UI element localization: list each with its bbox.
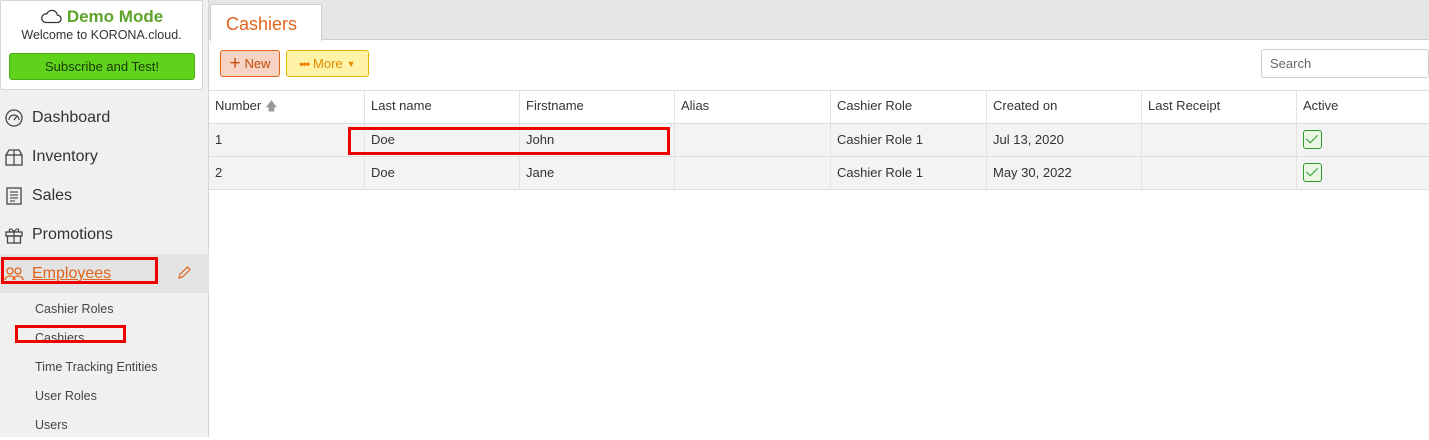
- people-icon: [3, 263, 25, 285]
- table-row[interactable]: 2 Doe Jane Cashier Role 1 May 30, 2022: [209, 157, 1429, 190]
- cell-number: 1: [215, 132, 223, 147]
- column-header-alias[interactable]: Alias: [674, 91, 830, 123]
- column-header-cashier-role[interactable]: Cashier Role: [830, 91, 986, 123]
- subscribe-button[interactable]: Subscribe and Test!: [9, 53, 195, 80]
- welcome-text: Welcome to KORONA.cloud.: [21, 28, 182, 42]
- cell-last-name: Doe: [364, 157, 519, 189]
- main-nav: Dashboard Inventory Sales Promotions Emp…: [0, 98, 209, 440]
- dots-icon: •••: [299, 56, 310, 71]
- sales-receipt-icon: [3, 185, 25, 207]
- gift-icon: [3, 224, 25, 246]
- subnav-item-time-tracking-entities[interactable]: Time Tracking Entities: [0, 353, 209, 382]
- toolbar: + New ••• More ▼: [209, 41, 1429, 91]
- sort-ascending-icon: 🡅: [265, 99, 278, 113]
- cell-last-receipt: [1141, 124, 1296, 156]
- column-header-active[interactable]: Active: [1296, 91, 1429, 123]
- cell-firstname: Jane: [519, 157, 674, 189]
- nav-label-dashboard: Dashboard: [32, 108, 111, 126]
- cell-alias: [674, 124, 830, 156]
- more-button[interactable]: ••• More ▼: [286, 50, 369, 77]
- dashboard-icon: [3, 107, 25, 129]
- column-header-last-receipt[interactable]: Last Receipt: [1141, 91, 1296, 123]
- cell-last-receipt: [1141, 157, 1296, 189]
- cell-active: [1296, 124, 1429, 156]
- table-row[interactable]: 1 Doe John Cashier Role 1 Jul 13, 2020: [209, 124, 1429, 157]
- subnav-item-user-roles[interactable]: User Roles: [0, 382, 209, 411]
- cell-cashier-role: Cashier Role 1: [830, 157, 986, 189]
- cloud-icon: [41, 9, 62, 24]
- cell-number: 2: [215, 165, 223, 180]
- table-header-row: Number 🡅 Last name Firstname Alias Cashie…: [209, 90, 1429, 124]
- subnav-item-cashiers[interactable]: Cashiers: [0, 324, 209, 353]
- new-button-label: New: [244, 56, 271, 71]
- demo-mode-title: Demo Mode: [1, 7, 202, 27]
- caret-down-icon: ▼: [346, 58, 356, 69]
- nav-item-sales[interactable]: Sales: [0, 176, 209, 215]
- nav-label-sales: Sales: [32, 186, 73, 204]
- nav-label-employees: Employees: [32, 264, 112, 282]
- nav-label-inventory: Inventory: [32, 147, 98, 165]
- cell-firstname: John: [519, 124, 674, 156]
- active-checkbox[interactable]: [1303, 162, 1322, 182]
- cell-cashier-role: Cashier Role 1: [830, 124, 986, 156]
- nav-item-dashboard[interactable]: Dashboard: [0, 98, 209, 137]
- column-header-firstname[interactable]: Firstname: [519, 91, 674, 123]
- cell-alias: [674, 157, 830, 189]
- more-button-label: More: [313, 56, 343, 71]
- cell-active: [1296, 157, 1429, 189]
- subnav-item-cashier-roles[interactable]: Cashier Roles: [0, 295, 209, 324]
- cell-last-name: Doe: [364, 124, 519, 156]
- active-checkbox[interactable]: [1303, 129, 1322, 149]
- sidebar: Demo Mode Welcome to KORONA.cloud. Subsc…: [0, 0, 209, 437]
- employees-subnav: Cashier Roles Cashiers Time Tracking Ent…: [0, 293, 209, 440]
- new-button[interactable]: + New: [220, 50, 280, 77]
- cell-created-on: Jul 13, 2020: [986, 124, 1141, 156]
- nav-item-promotions[interactable]: Promotions: [0, 215, 209, 254]
- subnav-item-users[interactable]: Users: [0, 411, 209, 440]
- plus-icon: +: [229, 53, 241, 74]
- nav-item-inventory[interactable]: Inventory: [0, 137, 209, 176]
- nav-label-promotions: Promotions: [32, 225, 113, 243]
- demo-mode-label: Demo Mode: [66, 7, 164, 26]
- column-header-label: Number: [215, 98, 262, 113]
- column-header-number[interactable]: Number 🡅: [209, 91, 364, 123]
- cell-created-on: May 30, 2022: [986, 157, 1141, 189]
- cashiers-table: Number 🡅 Last name Firstname Alias Cashie…: [209, 90, 1429, 190]
- tab-cashiers[interactable]: Cashiers: [210, 4, 322, 41]
- inventory-icon: [3, 146, 25, 168]
- demo-mode-panel: Demo Mode Welcome to KORONA.cloud. Subsc…: [0, 0, 203, 90]
- tab-strip: [209, 0, 1429, 40]
- edit-pencil-icon[interactable]: [176, 265, 192, 281]
- column-header-last-name[interactable]: Last name: [364, 91, 519, 123]
- column-header-created-on[interactable]: Created on: [986, 91, 1141, 123]
- nav-item-employees[interactable]: Employees: [0, 254, 209, 293]
- search-input[interactable]: [1261, 49, 1429, 78]
